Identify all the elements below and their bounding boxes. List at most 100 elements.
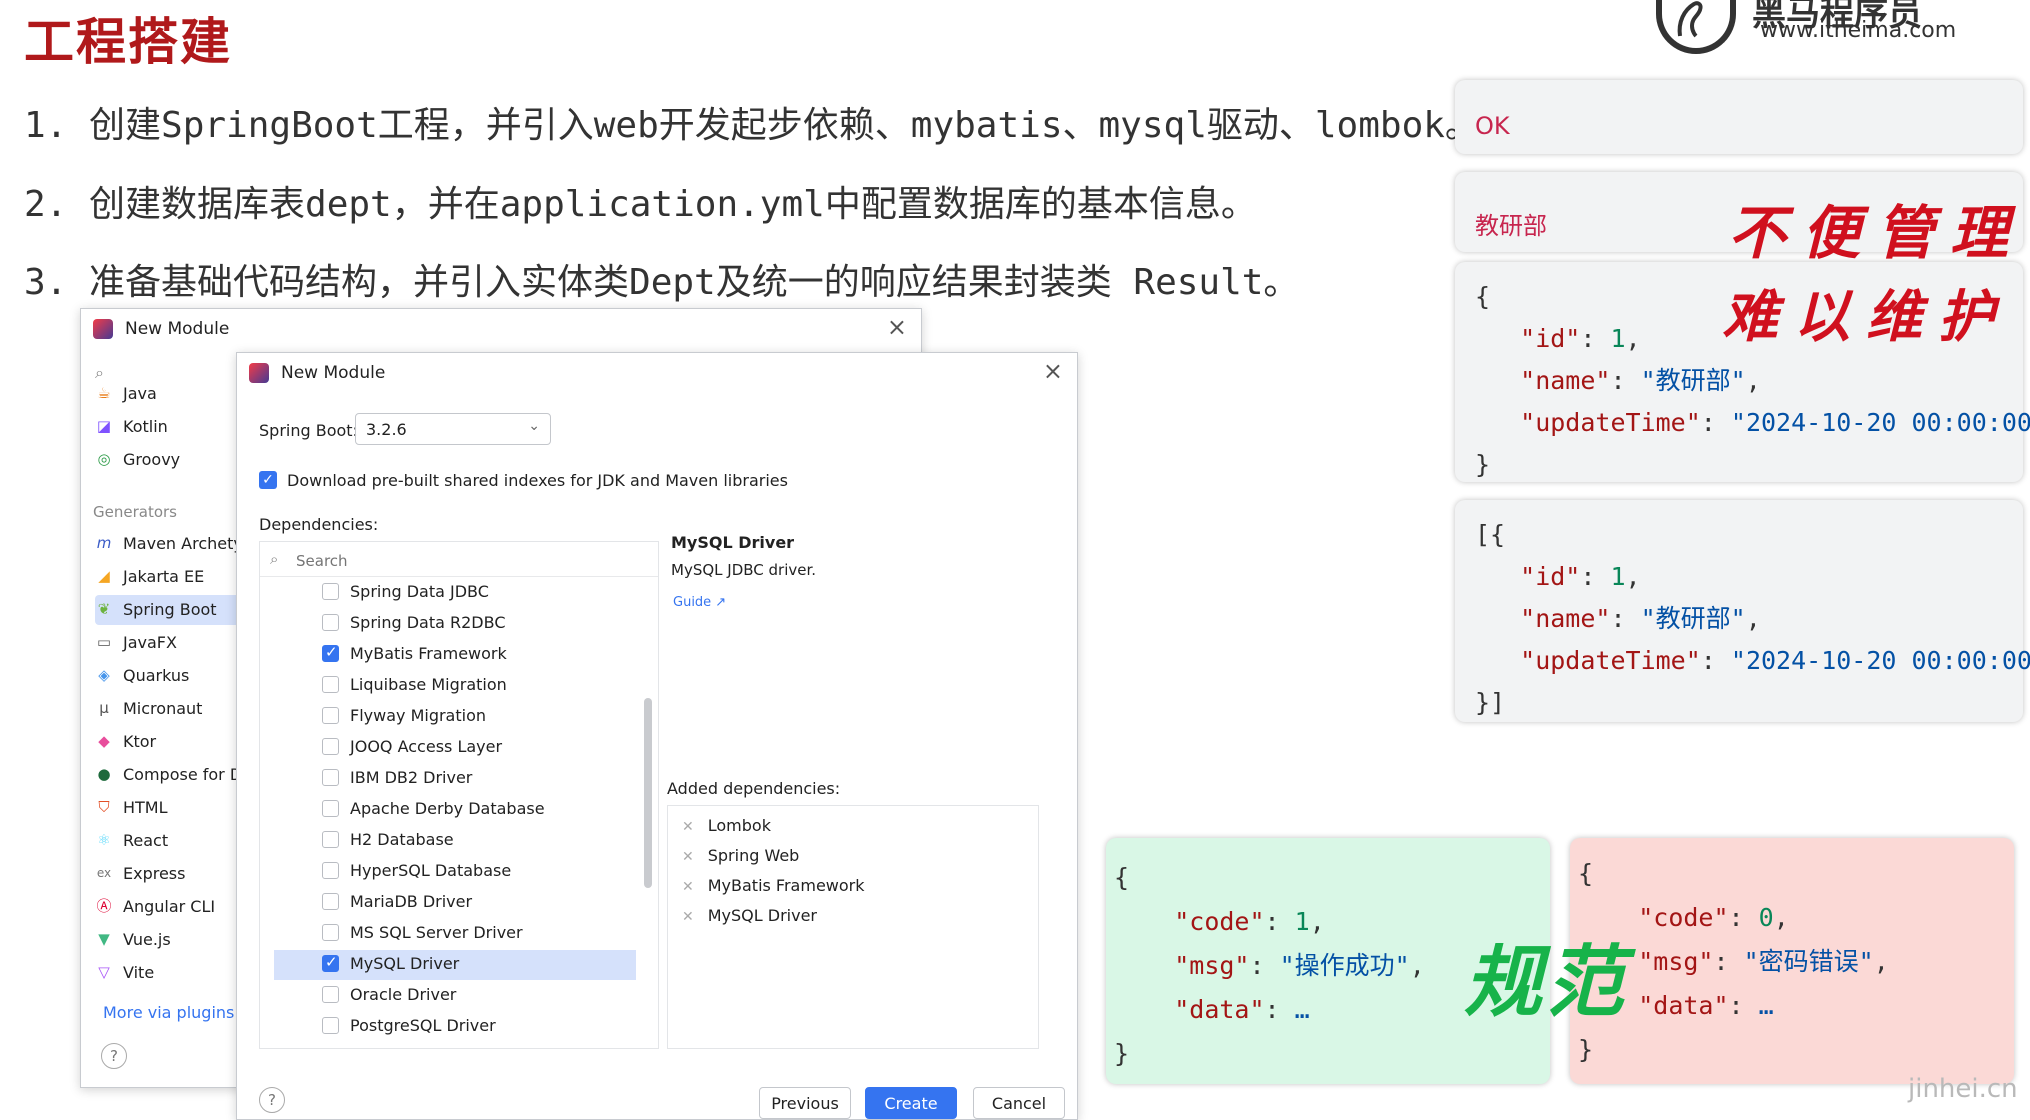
front-dialog-title: New Module bbox=[281, 363, 386, 383]
sidebar-item-jakarta-ee[interactable]: ◢ Jakarta EE bbox=[95, 562, 245, 592]
checkbox[interactable] bbox=[322, 769, 339, 786]
checkbox-checked[interactable] bbox=[322, 643, 339, 662]
sidebar-item-maven-archetype[interactable]: m Maven Archetype bbox=[95, 529, 245, 559]
sidebar-item-express[interactable]: ex Express bbox=[95, 859, 245, 889]
remove-icon[interactable]: ✕ bbox=[682, 879, 694, 895]
sidebar-item-compose-for-desktop[interactable]: ● Compose for Desktop bbox=[95, 760, 245, 790]
dependency-postgresql-driver[interactable]: PostgreSQL Driver bbox=[322, 1012, 658, 1042]
quarkus-icon: ◈ bbox=[98, 666, 110, 684]
dependency-ibm-db2-driver[interactable]: IBM DB2 Driver bbox=[322, 764, 658, 794]
generators-header: Generators bbox=[93, 503, 177, 521]
help-icon[interactable]: ? bbox=[259, 1087, 285, 1113]
dependency-hypersql-database[interactable]: HyperSQL Database bbox=[322, 857, 658, 887]
checkbox[interactable] bbox=[322, 614, 339, 631]
vite-icon: ▽ bbox=[98, 963, 110, 981]
groovy-icon: ◎ bbox=[97, 450, 111, 468]
new-module-dialog-front: New Module × Spring Boot: 3.2.6 ⌄ ✓ Down… bbox=[236, 352, 1078, 1120]
remove-icon[interactable]: ✕ bbox=[682, 909, 694, 925]
jakarta-icon: ◢ bbox=[98, 567, 110, 585]
search-divider bbox=[260, 576, 658, 577]
checkbox[interactable] bbox=[322, 1017, 339, 1034]
checkbox[interactable] bbox=[322, 986, 339, 1003]
dependency-liquibase-migration[interactable]: Liquibase Migration bbox=[322, 671, 658, 701]
download-indexes-checkbox[interactable]: ✓ bbox=[259, 471, 277, 489]
close-icon[interactable]: × bbox=[1043, 357, 1063, 385]
spring-boot-icon: ❦ bbox=[97, 600, 111, 618]
chevron-down-icon: ⌄ bbox=[528, 418, 540, 434]
logo-url: www.itheima.com bbox=[1760, 18, 1957, 43]
spring-boot-label: Spring Boot: bbox=[259, 421, 358, 440]
dependencies-scrollbar[interactable] bbox=[644, 698, 652, 888]
checkbox[interactable] bbox=[322, 676, 339, 693]
added-dependency-mybatis-framework: ✕ MyBatis Framework bbox=[682, 876, 865, 895]
checkbox[interactable] bbox=[322, 831, 339, 848]
dependency-search-input[interactable] bbox=[294, 548, 638, 574]
create-button[interactable]: Create bbox=[865, 1087, 957, 1119]
html-icon: ⛉ bbox=[98, 798, 110, 816]
sidebar-item-react[interactable]: ⚛ React bbox=[95, 826, 245, 856]
dependency-h2-database[interactable]: H2 Database bbox=[322, 826, 658, 856]
ktor-icon: ◆ bbox=[98, 732, 110, 750]
cancel-button[interactable]: Cancel bbox=[973, 1087, 1065, 1119]
checkbox[interactable] bbox=[322, 924, 339, 941]
checkbox[interactable] bbox=[322, 862, 339, 879]
sidebar-item-javafx[interactable]: ▭ JavaFX bbox=[95, 628, 245, 658]
sidebar-item-groovy[interactable]: ◎ Groovy bbox=[95, 445, 245, 475]
back-dialog-title: New Module bbox=[125, 319, 230, 339]
checkbox[interactable] bbox=[322, 738, 339, 755]
spring-boot-version-select[interactable]: 3.2.6 ⌄ bbox=[355, 413, 551, 445]
dependency-flyway-migration[interactable]: Flyway Migration bbox=[322, 702, 658, 732]
sidebar-item-java[interactable]: ☕ Java bbox=[95, 379, 245, 409]
step-3: 3. 准备基础代码结构，并引入实体类Dept及统一的响应结果封装类 Result… bbox=[24, 262, 1300, 303]
dependency-apache-derby-database[interactable]: Apache Derby Database bbox=[322, 795, 658, 825]
sidebar-item-vuejs[interactable]: ▼ Vue.js bbox=[95, 925, 245, 955]
front-dialog-titlebar: New Module × bbox=[237, 353, 1077, 393]
dependencies-label: Dependencies: bbox=[259, 515, 379, 534]
dependency-spring-data-r2dbc[interactable]: Spring Data R2DBC bbox=[322, 609, 658, 639]
sidebar-item-ktor[interactable]: ◆ Ktor bbox=[95, 727, 245, 757]
kotlin-icon: ◪ bbox=[96, 417, 112, 435]
step-1: 1. 创建SpringBoot工程，并引入web开发起步依赖、mybatis、m… bbox=[24, 105, 1481, 146]
slide-title: 工程搭建 bbox=[24, 13, 232, 71]
dependency-ms-sql-server-driver[interactable]: MS SQL Server Driver bbox=[322, 919, 658, 949]
sidebar-item-kotlin[interactable]: ◪ Kotlin bbox=[95, 412, 245, 442]
search-icon: ⌕ bbox=[270, 550, 279, 568]
ok-text: OK bbox=[1475, 112, 1510, 140]
sidebar-item-html[interactable]: ⛉ HTML bbox=[95, 793, 245, 823]
handwritten-note-hard-to-maintain: 难以维护 bbox=[1722, 284, 2010, 350]
sidebar-item-micronaut[interactable]: µ Micronaut bbox=[95, 694, 245, 724]
more-via-plugins-link[interactable]: More via plugins... bbox=[103, 1003, 250, 1022]
angular-icon: Ⓐ bbox=[96, 897, 112, 915]
dependency-spring-data-jdbc[interactable]: Spring Data JDBC bbox=[322, 578, 658, 608]
checkbox[interactable] bbox=[322, 893, 339, 910]
checkbox[interactable] bbox=[322, 707, 339, 724]
maven-icon: m bbox=[96, 534, 112, 552]
added-dependencies-label: Added dependencies: bbox=[667, 779, 841, 798]
checkbox[interactable] bbox=[322, 800, 339, 817]
help-icon[interactable]: ? bbox=[101, 1043, 127, 1069]
remove-icon[interactable]: ✕ bbox=[682, 849, 694, 865]
sidebar-item-spring-boot[interactable]: ❦ Spring Boot bbox=[95, 595, 245, 625]
ok-card: OK bbox=[1455, 80, 2023, 154]
sidebar-item-angular-cli[interactable]: Ⓐ Angular CLI bbox=[95, 892, 245, 922]
checkbox-checked[interactable] bbox=[322, 953, 339, 972]
express-icon: ex bbox=[96, 866, 112, 880]
sidebar-item-vite[interactable]: ▽ Vite bbox=[95, 958, 245, 988]
close-icon[interactable]: × bbox=[887, 313, 907, 341]
previous-button[interactable]: Previous bbox=[759, 1087, 851, 1119]
dependency-oracle-driver[interactable]: Oracle Driver bbox=[322, 981, 658, 1011]
dependency-mysql-driver[interactable]: MySQL Driver bbox=[274, 950, 636, 980]
compose-icon: ● bbox=[97, 765, 111, 783]
handwritten-note-hard-to-manage: 不便管理 bbox=[1728, 199, 2025, 267]
dependency-mariadb-driver[interactable]: MariaDB Driver bbox=[322, 888, 658, 918]
checkbox[interactable] bbox=[322, 583, 339, 600]
dependency-mybatis-framework[interactable]: MyBatis Framework bbox=[322, 640, 658, 670]
java-icon: ☕ bbox=[97, 384, 111, 402]
guide-link[interactable]: Guide ↗ bbox=[673, 595, 726, 610]
sidebar-item-quarkus[interactable]: ◈ Quarkus bbox=[95, 661, 245, 691]
dependency-jooq-access-layer[interactable]: JOOQ Access Layer bbox=[322, 733, 658, 763]
handwritten-note-standard: 规范 bbox=[1464, 937, 1629, 1028]
error-response-card: { "code": 0, "msg": "密码错误", "data": … } bbox=[1570, 838, 2014, 1084]
remove-icon[interactable]: ✕ bbox=[682, 819, 694, 835]
step-2: 2. 创建数据库表dept，并在application.yml中配置数据库的基本… bbox=[24, 184, 1257, 225]
